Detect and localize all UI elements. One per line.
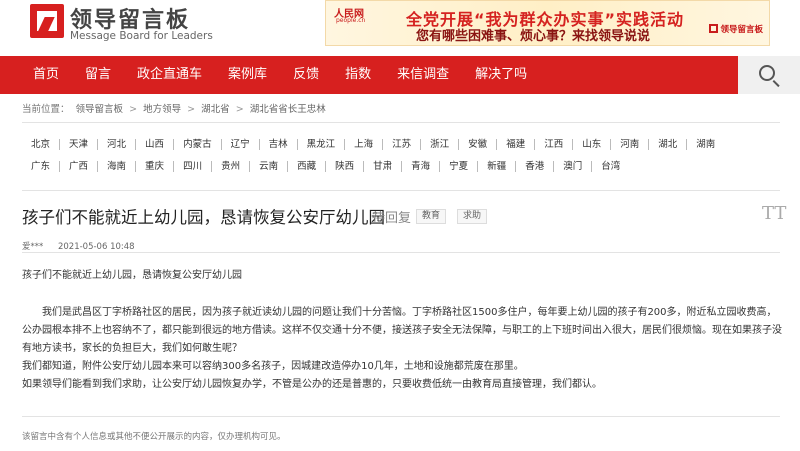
- tag-help[interactable]: 求助: [457, 209, 488, 224]
- logo-square-icon: [709, 24, 719, 33]
- nav-item-enterprise[interactable]: 政企直通车: [124, 56, 215, 94]
- region-link[interactable]: 辽宁: [220, 138, 259, 150]
- breadcrumb-separator: >: [129, 104, 138, 115]
- breadcrumb-separator: >: [235, 104, 244, 115]
- region-row: 广东 广西 海南 重庆 四川 贵州 云南 西藏 陕西 甘肃 青海 宁夏 新疆 香港 澳门 台湾: [22, 155, 782, 177]
- message-summary: 孩子们不能就近上幼儿园，恳请恢复公安厅幼儿园: [22, 270, 242, 281]
- breadcrumb-separator: >: [187, 104, 196, 115]
- message-paragraph: 我们是武昌区丁字桥路社区的居民，因为孩子就近读幼儿园的问题让我们十分苦恼。丁字桥…: [22, 307, 782, 354]
- breadcrumb-item[interactable]: 地方领导: [143, 104, 181, 115]
- region-row: 北京 天津 河北 山西 内蒙古 辽宁 吉林 黑龙江 上海 江苏 浙江 安徽 福建 江西 山东 河南 湖北 湖南: [22, 133, 782, 155]
- message-author: 爱***: [22, 242, 44, 252]
- breadcrumb: 当前位置： 领导留言板 > 地方领导 > 湖北省 > 湖北省省长王忠林: [22, 101, 329, 115]
- logo-mark-icon: [30, 4, 64, 38]
- divider: [22, 122, 780, 123]
- region-link[interactable]: 安徽: [458, 138, 496, 150]
- region-link[interactable]: 广西: [59, 160, 97, 172]
- region-link[interactable]: 江苏: [382, 138, 420, 150]
- nav-item-survey[interactable]: 来信调查: [384, 56, 462, 94]
- region-link[interactable]: 新疆: [477, 160, 515, 172]
- nav-item-messages[interactable]: 留言: [72, 56, 124, 94]
- region-link[interactable]: 宁夏: [439, 160, 477, 172]
- message-date: 2021-05-06 10:48: [57, 242, 135, 252]
- reply-status: 待回复: [372, 211, 412, 226]
- message-meta: 爱*** 2021-05-06 10:48: [22, 240, 135, 252]
- region-link[interactable]: 广东: [22, 161, 59, 172]
- search-icon: [759, 65, 775, 81]
- region-link[interactable]: 西藏: [287, 160, 325, 172]
- region-link[interactable]: 上海: [344, 138, 382, 150]
- region-link[interactable]: 内蒙古: [173, 138, 221, 150]
- region-link[interactable]: 四川: [173, 160, 211, 172]
- site-header: 领导留言板 Message Board for Leaders 人民网 peop…: [0, 0, 800, 56]
- message-title: 孩子们不能就近上幼儿园，恳请恢复公安厅幼儿园: [22, 208, 385, 227]
- message-paragraph: 如果领导们能看到我们求助，让公安厅幼儿园恢复办学，不管是公办的还是普惠的，只要收…: [22, 379, 602, 390]
- region-link[interactable]: 山西: [135, 138, 173, 150]
- divider: [22, 416, 780, 417]
- region-link[interactable]: 湖南: [686, 138, 724, 150]
- region-link[interactable]: 云南: [249, 160, 287, 172]
- region-link[interactable]: 台湾: [591, 160, 629, 172]
- campaign-banner[interactable]: 人民网 people.cn 全党开展“我为群众办实事”实践活动 您有哪些困难事、…: [325, 0, 770, 46]
- breadcrumb-item[interactable]: 湖北省: [201, 104, 230, 115]
- region-link[interactable]: 黑龙江: [296, 138, 345, 150]
- region-link[interactable]: 青海: [401, 160, 439, 172]
- region-link[interactable]: 贵州: [211, 160, 249, 172]
- region-link[interactable]: 河南: [610, 138, 648, 150]
- message-paragraph: 我们都知道，附件公安厅幼儿园本来可以容纳300多名孩子，因城建改造停办10几年，…: [22, 361, 524, 372]
- region-link[interactable]: 江西: [534, 138, 572, 150]
- privacy-notice: 该留言中含有个人信息或其他不便公开展示的内容，仅办理机构可见。: [22, 432, 286, 442]
- nav-item-index[interactable]: 指数: [332, 56, 384, 94]
- banner-badge: 领导留言板: [709, 23, 763, 35]
- region-link[interactable]: 福建: [496, 138, 534, 150]
- banner-url: people.cn: [336, 17, 366, 24]
- main-nav: 首页 留言 政企直通车 案例库 反馈 指数 来信调查 解决了吗: [0, 56, 800, 94]
- region-link[interactable]: 湖北: [648, 138, 686, 150]
- region-link[interactable]: 澳门: [553, 160, 591, 172]
- region-link[interactable]: 北京: [22, 139, 59, 150]
- logo-subtitle: Message Board for Leaders: [70, 30, 213, 42]
- region-link[interactable]: 重庆: [135, 160, 173, 172]
- search-button[interactable]: [738, 56, 800, 94]
- message-body: 我们是武昌区丁字桥路社区的居民，因为孩子就近读幼儿园的问题让我们十分苦恼。丁字桥…: [22, 304, 782, 394]
- nav-item-home[interactable]: 首页: [20, 56, 72, 94]
- region-link[interactable]: 甘肃: [363, 160, 401, 172]
- region-link[interactable]: 天津: [59, 138, 97, 150]
- banner-subline: 您有哪些困难事、烦心事？来找领导说说: [416, 29, 651, 44]
- region-link[interactable]: 陕西: [325, 160, 363, 172]
- region-link[interactable]: 河北: [97, 138, 135, 150]
- region-link[interactable]: 香港: [515, 160, 553, 172]
- site-logo[interactable]: 领导留言板 Message Board for Leaders: [30, 2, 213, 46]
- region-link[interactable]: 山东: [572, 138, 610, 150]
- region-list: 北京 天津 河北 山西 内蒙古 辽宁 吉林 黑龙江 上海 江苏 浙江 安徽 福建 江西 山东 河南 湖北 湖南 广…: [22, 133, 782, 177]
- nav-item-solved[interactable]: 解决了吗: [462, 56, 540, 94]
- nav-item-cases[interactable]: 案例库: [215, 56, 280, 94]
- font-size-icon[interactable]: TT: [762, 203, 786, 224]
- breadcrumb-item[interactable]: 湖北省省长王忠林: [250, 104, 326, 115]
- nav-item-feedback[interactable]: 反馈: [280, 56, 332, 94]
- divider: [22, 252, 780, 253]
- breadcrumb-item[interactable]: 领导留言板: [76, 104, 124, 115]
- region-link[interactable]: 浙江: [420, 138, 458, 150]
- tag-education[interactable]: 教育: [416, 209, 447, 224]
- region-link[interactable]: 海南: [97, 160, 135, 172]
- region-link[interactable]: 吉林: [258, 138, 297, 150]
- breadcrumb-label: 当前位置：: [22, 104, 70, 115]
- divider: [22, 190, 780, 191]
